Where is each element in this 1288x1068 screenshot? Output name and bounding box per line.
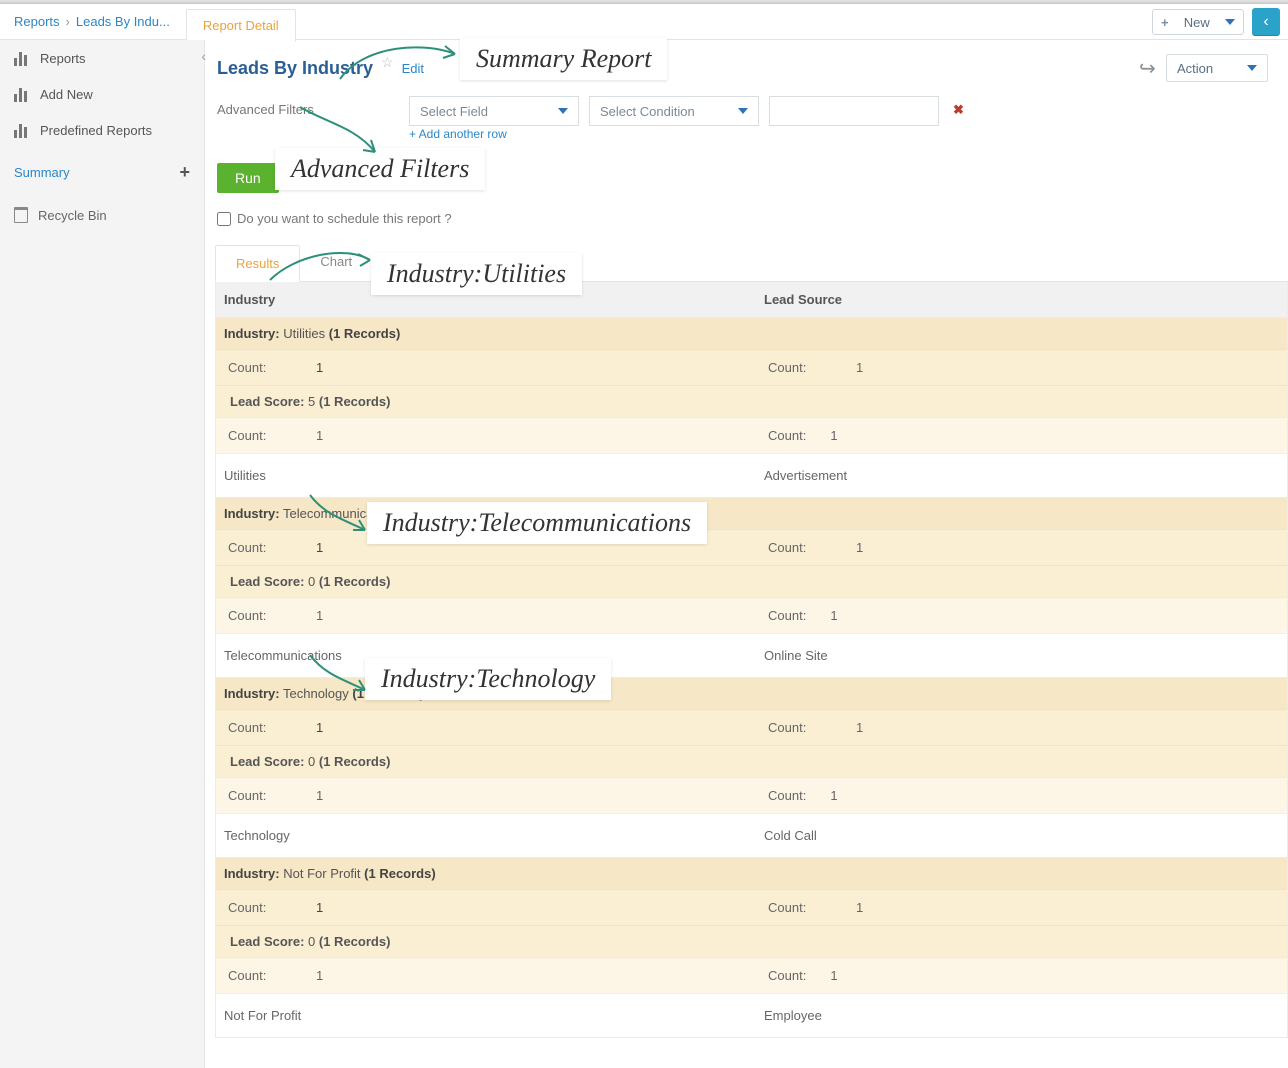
breadcrumb-sep-icon: ›: [66, 14, 70, 29]
group-score-count-row: Count:1 Count:1: [216, 597, 1287, 633]
group-count-row: Count:1 Count:1: [216, 889, 1287, 925]
group-leadscore-header: Lead Score: 0 (1 Records): [216, 925, 1287, 957]
table-row: Not For Profit Employee: [216, 993, 1287, 1037]
main-content: Leads By Industry ☆ Edit ↩ Action Advanc…: [205, 40, 1288, 1068]
new-button[interactable]: + New: [1152, 9, 1244, 35]
edit-link[interactable]: Edit: [402, 61, 424, 76]
bar-chart-icon: [14, 122, 30, 138]
bar-chart-plus-icon: [14, 86, 30, 102]
run-button[interactable]: Run: [217, 163, 279, 193]
group-leadscore-header: Lead Score: 0 (1 Records): [216, 565, 1287, 597]
breadcrumb-root[interactable]: Reports: [14, 14, 60, 29]
sidebar-item-label: Recycle Bin: [38, 208, 107, 223]
annotation-advanced-filters: Advanced Filters: [275, 148, 485, 190]
annotation-industry-technology: Industry:Technology: [365, 658, 611, 700]
cell-industry: Not For Profit: [216, 994, 756, 1037]
collapse-panel-button[interactable]: ‹: [1252, 8, 1280, 36]
action-dropdown[interactable]: Action: [1166, 54, 1268, 82]
page-title: Leads By Industry: [217, 58, 373, 79]
plus-icon: +: [1161, 15, 1169, 30]
group-leadscore-header: Lead Score: 0 (1 Records): [216, 745, 1287, 777]
add-filter-row-link[interactable]: + Add another row: [409, 127, 507, 141]
group-count-row: Count:1 Count:1: [216, 709, 1287, 745]
trash-icon: [14, 207, 28, 223]
schedule-label: Do you want to schedule this report ?: [237, 211, 452, 226]
cell-industry: Utilities: [216, 454, 756, 497]
sidebar-item-predefined[interactable]: Predefined Reports: [0, 112, 204, 148]
cell-lead-source: Employee: [756, 994, 1287, 1037]
remove-filter-icon[interactable]: ✖: [953, 102, 964, 118]
filter-value-input[interactable]: [769, 96, 939, 126]
header-row: Reports › Leads By Indu... Report Detail…: [0, 4, 1288, 40]
sidebar-item-recycle[interactable]: Recycle Bin: [0, 193, 204, 237]
cell-lead-source: Online Site: [756, 634, 1287, 677]
group-industry-header: Industry: Not For Profit (1 Records): [216, 857, 1287, 889]
tab-results[interactable]: Results: [215, 245, 300, 282]
filter-condition-select[interactable]: Select Condition: [589, 96, 759, 126]
group-count-row: Count:1 Count:1: [216, 349, 1287, 385]
annotation-industry-utilities: Industry:Utilities: [371, 253, 582, 295]
sidebar-summary-link[interactable]: Summary: [14, 165, 70, 180]
col-lead-source: Lead Source: [756, 282, 1287, 317]
breadcrumb: Reports › Leads By Indu...: [0, 4, 184, 39]
table-row: Technology Cold Call: [216, 813, 1287, 857]
group-score-count-row: Count:1 Count:1: [216, 417, 1287, 453]
filter-field-select[interactable]: Select Field: [409, 96, 579, 126]
cell-lead-source: Advertisement: [756, 454, 1287, 497]
chevron-down-icon: [1247, 65, 1257, 71]
favorite-star-icon[interactable]: ☆: [381, 54, 394, 71]
schedule-checkbox-row[interactable]: Do you want to schedule this report ?: [217, 211, 1288, 226]
sidebar-item-reports[interactable]: Reports: [0, 40, 204, 76]
filter-condition-placeholder: Select Condition: [600, 104, 695, 119]
group-industry-header: Industry: Utilities (1 Records): [216, 317, 1287, 349]
sidebar-item-label: Reports: [40, 51, 86, 66]
sidebar-item-label: Predefined Reports: [40, 123, 152, 138]
filter-field-placeholder: Select Field: [420, 104, 488, 119]
tab-chart[interactable]: Chart: [300, 244, 372, 281]
group-leadscore-header: Lead Score: 5 (1 Records): [216, 385, 1287, 417]
sidebar-item-add-new[interactable]: Add New: [0, 76, 204, 112]
chevron-left-icon: ‹: [1263, 13, 1268, 31]
group-score-count-row: Count:1 Count:1: [216, 777, 1287, 813]
add-summary-icon[interactable]: +: [179, 162, 190, 183]
undo-icon[interactable]: ↩: [1139, 56, 1156, 81]
group-score-count-row: Count:1 Count:1: [216, 957, 1287, 993]
annotation-summary-report: Summary Report: [460, 38, 667, 80]
chevron-down-icon: [558, 108, 568, 114]
action-dropdown-label: Action: [1177, 61, 1213, 76]
chevron-down-icon: [1225, 19, 1235, 25]
cell-lead-source: Cold Call: [756, 814, 1287, 857]
annotation-industry-telecom: Industry:Telecommunications: [367, 502, 707, 544]
sidebar: ‹ Reports Add New Predefined Reports Sum…: [0, 40, 205, 1068]
tab-report-detail[interactable]: Report Detail: [186, 9, 296, 42]
table-row: Utilities Advertisement: [216, 453, 1287, 497]
schedule-checkbox[interactable]: [217, 212, 231, 226]
chevron-down-icon: [738, 108, 748, 114]
breadcrumb-current[interactable]: Leads By Indu...: [76, 14, 170, 29]
cell-industry: Technology: [216, 814, 756, 857]
sidebar-item-label: Add New: [40, 87, 93, 102]
bar-chart-icon: [14, 50, 30, 66]
filters-label: Advanced Filters: [217, 102, 397, 117]
new-button-label: New: [1184, 15, 1210, 30]
